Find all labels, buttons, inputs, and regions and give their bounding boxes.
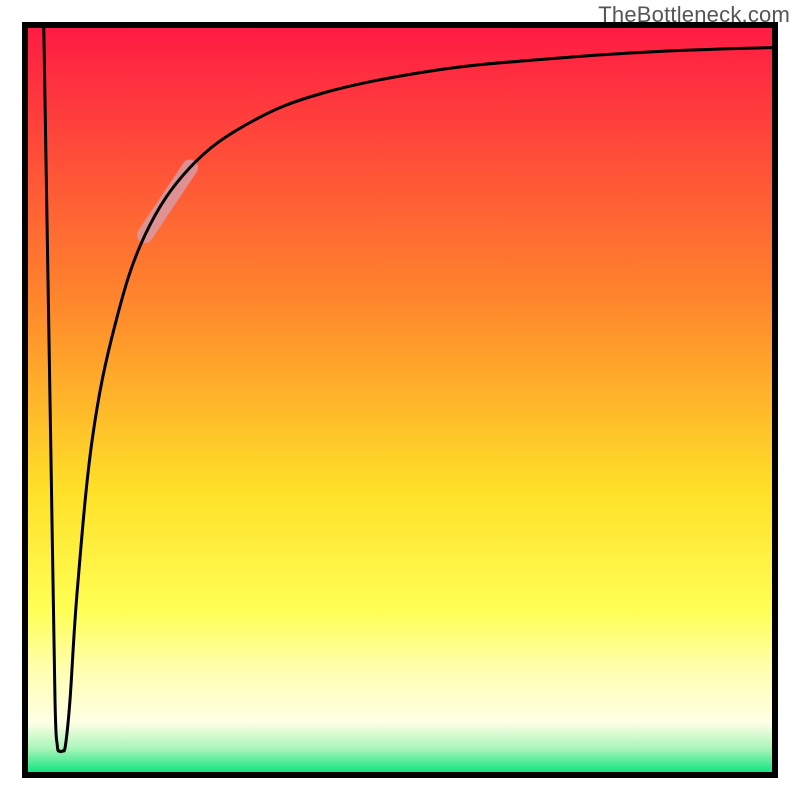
chart-svg bbox=[0, 0, 800, 800]
gradient-background bbox=[25, 25, 775, 775]
chart-container: TheBottleneck.com bbox=[0, 0, 800, 800]
watermark-text: TheBottleneck.com bbox=[598, 2, 790, 28]
